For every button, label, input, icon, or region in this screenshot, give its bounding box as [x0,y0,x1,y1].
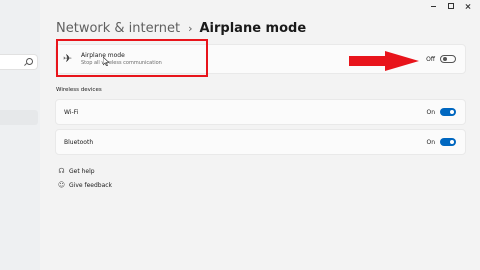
minimize-button[interactable] [425,0,442,12]
bluetooth-state: On [426,139,435,146]
help-icon: ☊ [58,167,65,175]
window-controls [425,0,476,12]
breadcrumb-parent-link[interactable]: Network & internet [56,21,180,36]
feedback-icon: ☺ [57,181,66,189]
wifi-toggle[interactable] [440,108,456,116]
wireless-devices-heading: Wireless devices [56,87,102,93]
search-icon[interactable] [26,58,33,65]
maximize-button[interactable] [442,0,459,12]
bluetooth-toggle[interactable] [440,138,456,146]
bluetooth-label: Bluetooth [64,139,94,146]
mouse-cursor-icon [103,57,109,66]
toggle-knob [450,110,454,114]
page-title: Airplane mode [199,21,307,36]
give-feedback-label: Give feedback [69,181,113,189]
get-help-label: Get help [69,167,95,175]
sidebar [0,0,40,270]
bluetooth-setting[interactable]: Bluetooth On [55,129,466,155]
airplane-mode-toggle[interactable] [440,55,456,63]
airplane-mode-state: Off [426,56,435,63]
toggle-knob [450,140,454,144]
sidebar-item-selected[interactable] [0,110,38,125]
give-feedback-link[interactable]: ☺ Give feedback [57,181,112,189]
breadcrumb-separator-icon: › [188,22,193,35]
highlight-box [56,39,208,77]
close-button[interactable] [459,0,476,12]
wifi-state: On [426,109,435,116]
sidebar-search-box[interactable] [0,54,38,70]
wifi-setting[interactable]: Wi-Fi On [55,99,466,125]
wifi-label: Wi-Fi [64,109,79,116]
get-help-link[interactable]: ☊ Get help [57,167,95,175]
red-arrow-icon [349,51,419,71]
toggle-knob [443,57,447,61]
breadcrumb: Network & internet › Airplane mode [56,21,306,36]
